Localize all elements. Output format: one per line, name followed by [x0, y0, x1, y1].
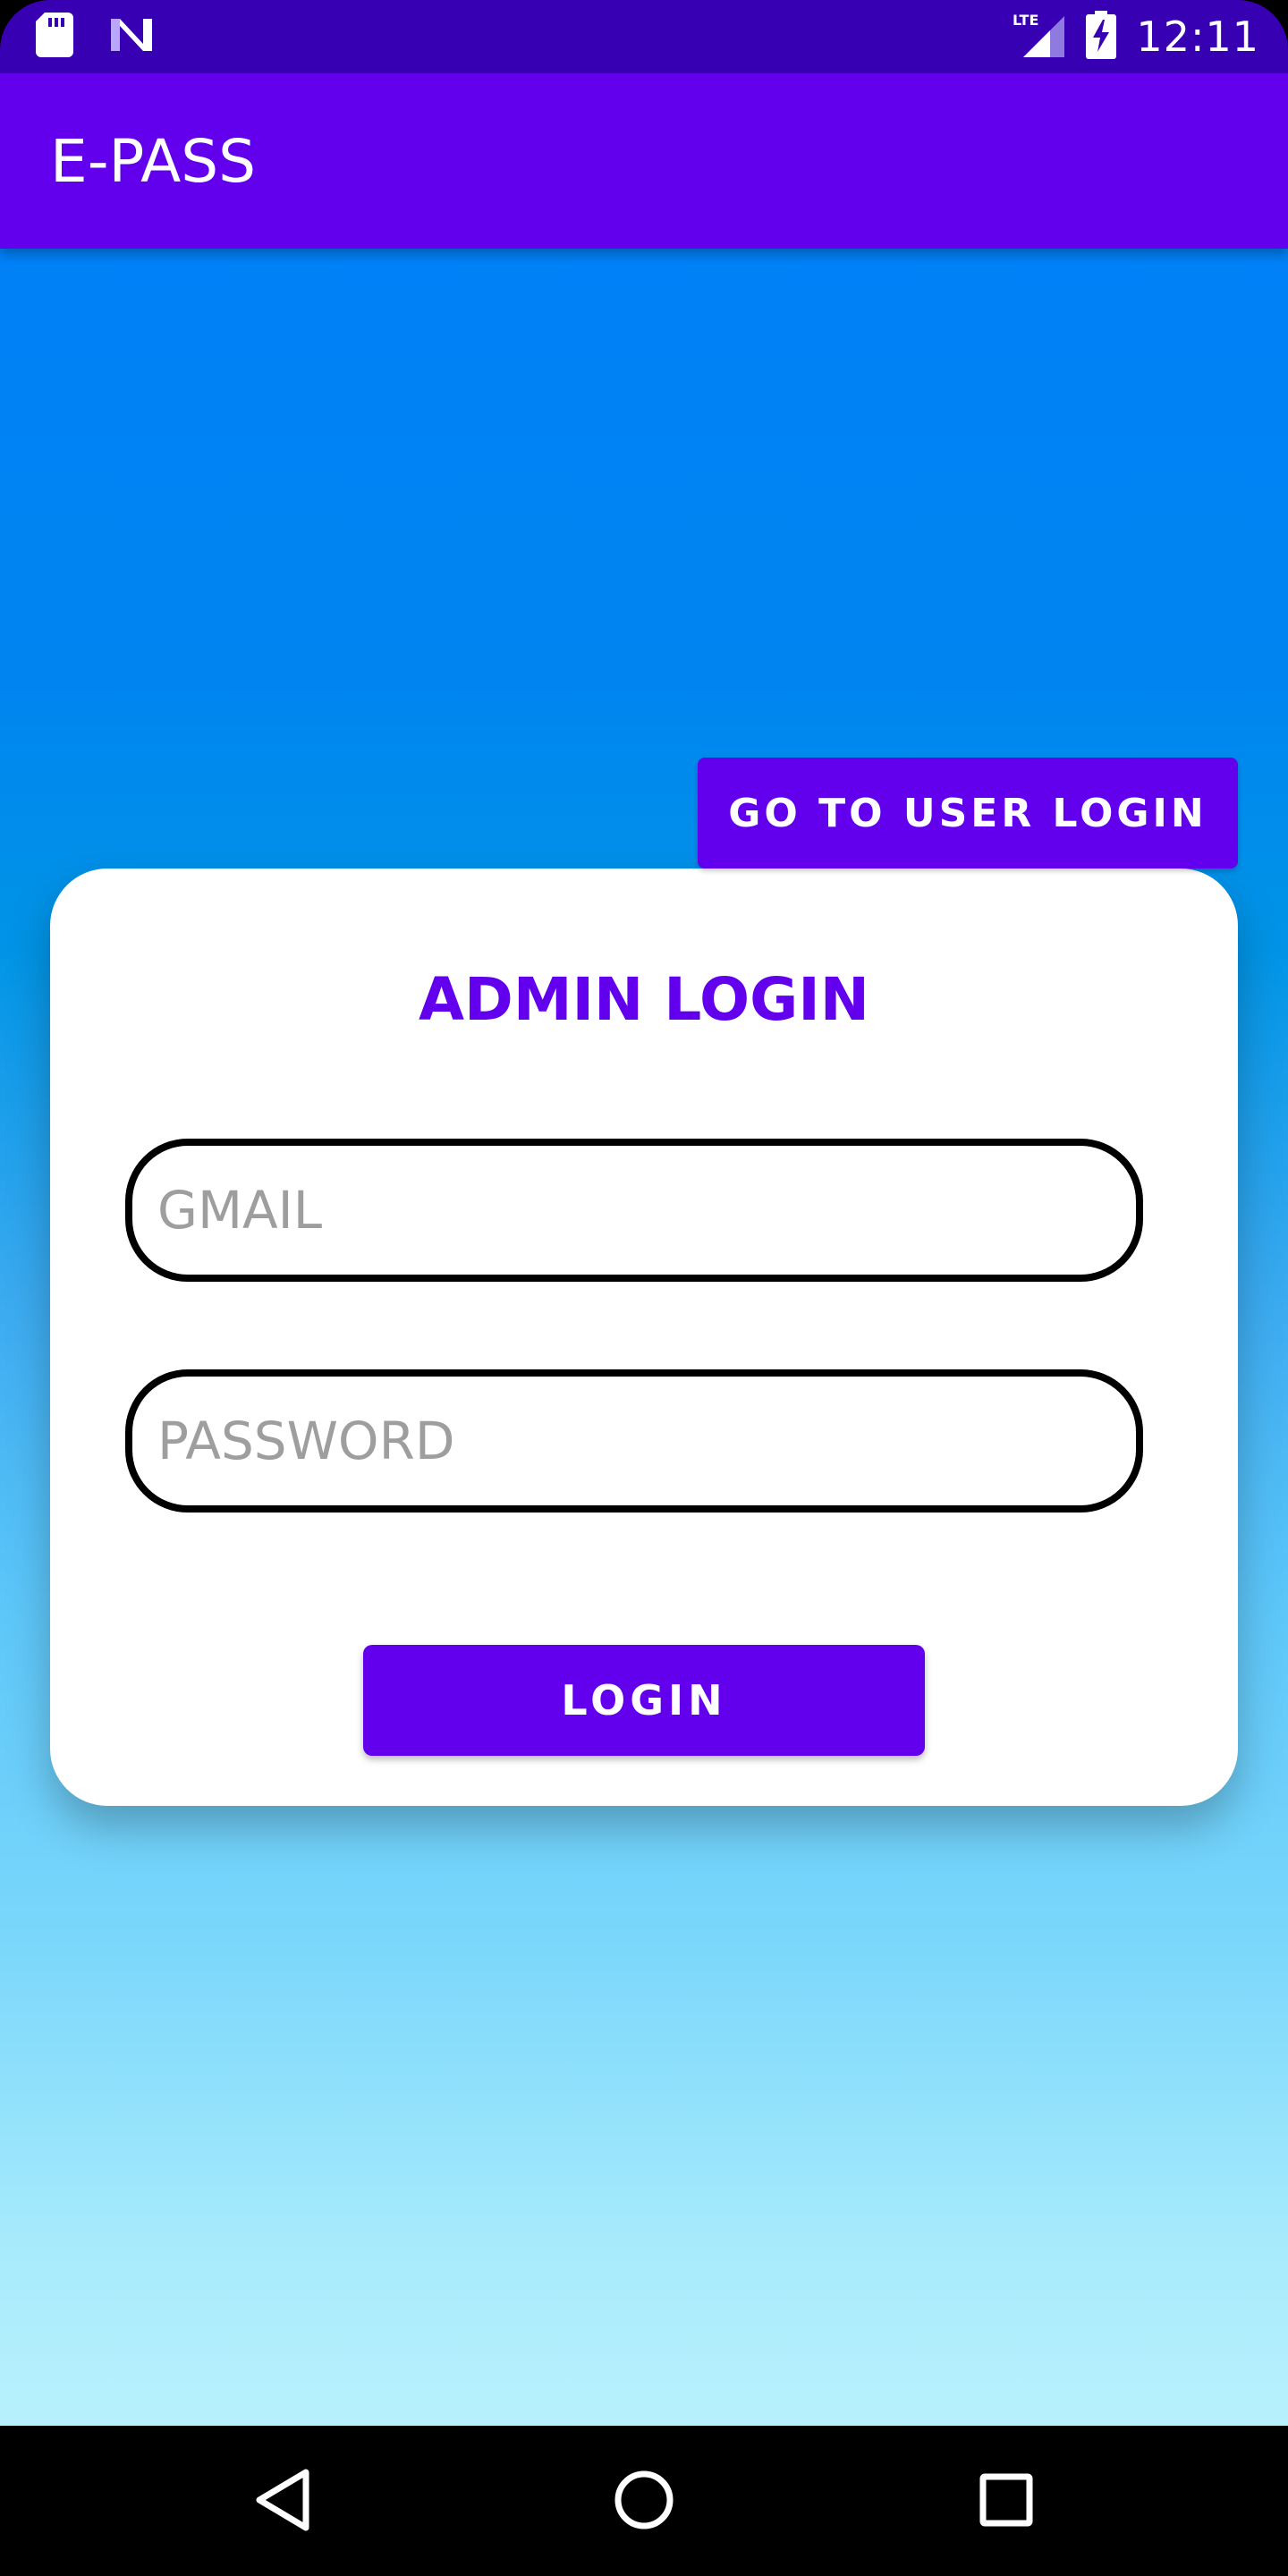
- recents-button[interactable]: [966, 2462, 1046, 2542]
- battery-charging-icon: [1086, 11, 1117, 63]
- status-left-icons: [36, 13, 156, 61]
- card-title: ADMIN LOGIN: [418, 965, 870, 1034]
- password-input[interactable]: [156, 1410, 1136, 1472]
- status-right-icons: LTE 12:11: [1013, 9, 1259, 64]
- home-button[interactable]: [604, 2462, 684, 2542]
- home-icon: [612, 2468, 676, 2536]
- go-to-user-login-button[interactable]: GO TO USER LOGIN: [698, 758, 1238, 869]
- screen: LTE 12:11 E-PASS GO TO USER LOGIN ADMIN …: [0, 0, 1288, 2576]
- email-input[interactable]: [156, 1179, 1136, 1241]
- navigation-bar: [0, 2426, 1288, 2576]
- app-bar: E-PASS: [0, 73, 1288, 249]
- admin-login-card: ADMIN LOGIN LOGIN: [50, 869, 1238, 1806]
- back-button[interactable]: [243, 2462, 324, 2542]
- sd-card-icon: [36, 13, 73, 61]
- status-bar: LTE 12:11: [0, 0, 1288, 73]
- back-icon: [252, 2467, 315, 2537]
- network-type-label: LTE: [1013, 12, 1038, 29]
- recents-icon: [978, 2471, 1035, 2532]
- password-field[interactable]: [125, 1369, 1143, 1513]
- app-title: E-PASS: [50, 127, 257, 196]
- email-field[interactable]: [125, 1139, 1143, 1282]
- status-time: 12:11: [1136, 13, 1259, 61]
- lte-signal-icon: LTE: [1013, 11, 1066, 63]
- notification-n-icon: [107, 15, 156, 58]
- login-button[interactable]: LOGIN: [363, 1645, 925, 1756]
